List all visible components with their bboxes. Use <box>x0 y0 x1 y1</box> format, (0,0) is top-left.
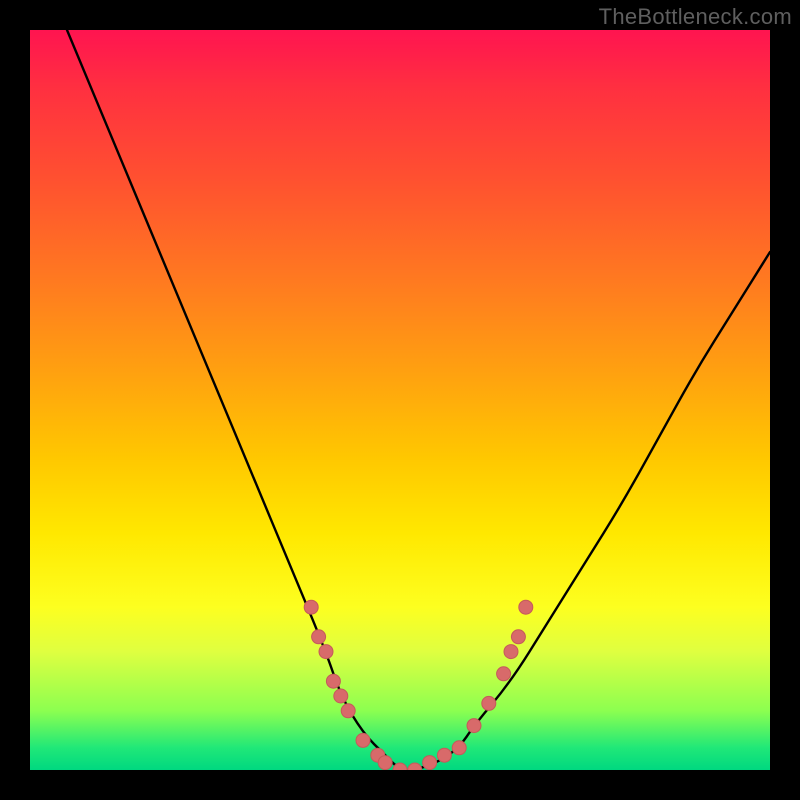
watermark-text: TheBottleneck.com <box>599 4 792 30</box>
curve-marker <box>467 719 481 733</box>
curve-marker <box>319 645 333 659</box>
curve-marker <box>312 630 326 644</box>
curve-marker <box>304 600 318 614</box>
bottleneck-curve <box>67 30 770 770</box>
curve-marker <box>326 674 340 688</box>
curve-marker <box>504 645 518 659</box>
curve-marker <box>334 689 348 703</box>
chart-plot-area <box>30 30 770 770</box>
chart-frame: TheBottleneck.com <box>0 0 800 800</box>
curve-marker <box>437 748 451 762</box>
curve-marker <box>341 704 355 718</box>
curve-marker <box>511 630 525 644</box>
chart-overlay-svg <box>30 30 770 770</box>
curve-marker <box>423 756 437 770</box>
curve-marker <box>408 763 422 770</box>
curve-marker <box>482 696 496 710</box>
curve-marker <box>378 756 392 770</box>
curve-marker <box>519 600 533 614</box>
curve-markers <box>304 600 533 770</box>
curve-marker <box>452 741 466 755</box>
curve-marker <box>497 667 511 681</box>
curve-marker <box>356 733 370 747</box>
